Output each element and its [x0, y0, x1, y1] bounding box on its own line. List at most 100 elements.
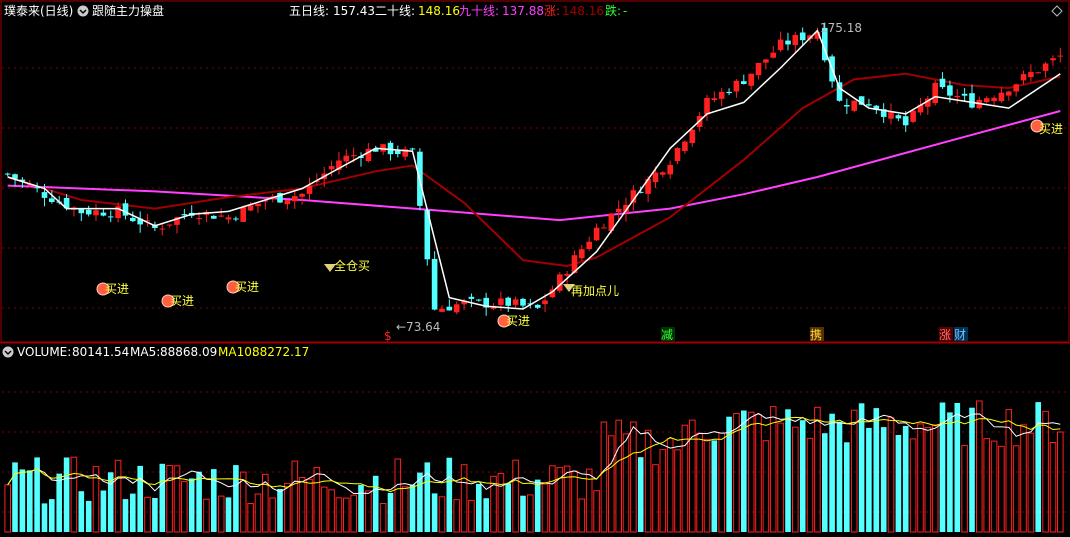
candle-body	[704, 97, 710, 115]
candle-body	[395, 150, 401, 154]
volume-bar	[799, 420, 806, 532]
volume-bar	[866, 427, 872, 532]
candle-body	[1057, 55, 1064, 57]
candle-body	[476, 299, 482, 301]
volume-bar	[969, 407, 975, 532]
signal-label: 再加点儿	[571, 284, 619, 298]
candle-body	[196, 218, 202, 220]
candle-body	[380, 144, 386, 152]
candle-body	[755, 63, 762, 76]
volume-bar	[873, 408, 880, 532]
volume-bar	[409, 484, 416, 532]
candle-body	[1006, 91, 1012, 96]
volume-bar	[417, 472, 423, 532]
low-marker: ←73.64	[396, 320, 440, 334]
candle-body	[763, 59, 769, 63]
candle-body	[998, 92, 1005, 102]
event-tag[interactable]: 财	[954, 328, 966, 342]
event-tag[interactable]: $	[384, 329, 392, 343]
candle-body	[770, 52, 776, 58]
candle-body	[586, 241, 592, 249]
candle-body	[453, 304, 460, 313]
volume-bar	[233, 465, 239, 532]
volume-ma5-value: 88868.09	[160, 345, 217, 359]
candle-body	[284, 200, 291, 205]
volume-bar	[225, 497, 232, 532]
candle-body	[799, 32, 806, 41]
volume-bar	[49, 499, 55, 532]
volume-bar	[505, 483, 511, 532]
ma5-label: 五日线:	[289, 4, 329, 18]
candle-body	[534, 304, 541, 308]
candle-body	[932, 82, 938, 103]
volume-bar	[277, 489, 283, 532]
volume-bar	[895, 435, 902, 532]
volume-bar	[1035, 402, 1041, 532]
stock-name[interactable]: 璞泰来(日线)	[4, 4, 73, 18]
volume-bar	[137, 465, 143, 532]
volume-dropdown-icon[interactable]	[2, 346, 14, 358]
candle-body	[623, 204, 629, 213]
candle-body	[939, 78, 946, 88]
candle-body	[726, 91, 732, 94]
volume-bar	[829, 413, 835, 532]
indicator-dropdown-icon[interactable]	[77, 5, 89, 17]
candle-body	[1050, 58, 1056, 61]
volume-bar	[858, 403, 865, 532]
candle-body	[512, 299, 519, 305]
volume-bar	[188, 478, 195, 532]
volume-bar	[822, 433, 828, 532]
candle-body	[579, 249, 585, 259]
candle-body	[689, 129, 696, 144]
candle-body	[431, 258, 438, 310]
indicator-name[interactable]: 跟随主力操盘	[92, 3, 164, 18]
candle-body	[792, 35, 799, 46]
candle-body	[741, 81, 747, 84]
signal-label: 买进	[235, 280, 259, 294]
candle-body	[520, 298, 526, 306]
ma20-label: 二十线:	[375, 4, 415, 18]
volume-bar	[387, 492, 394, 532]
volume-bar	[152, 498, 158, 532]
candle-body	[711, 98, 718, 100]
stock-chart[interactable]: 璞泰来(日线) 跟随主力操盘 五日线: 157.43 二十线: 148.16 九…	[0, 0, 1070, 537]
candle-body	[593, 227, 600, 241]
event-tag[interactable]: 减	[661, 328, 673, 342]
candle-body	[350, 155, 357, 157]
high-marker: 175.18	[820, 21, 862, 35]
candle-body	[41, 192, 48, 198]
candle-body	[211, 215, 217, 219]
candle-body	[233, 218, 239, 220]
volume-bar	[27, 470, 33, 532]
candle-body	[159, 228, 166, 230]
candle-body	[343, 155, 350, 162]
event-tag[interactable]: 涨	[939, 327, 951, 342]
candle-body	[652, 172, 659, 183]
candle-body	[983, 98, 990, 102]
volume-bar	[785, 409, 791, 532]
volume-bar	[196, 471, 202, 532]
event-tag[interactable]: 携	[810, 327, 822, 342]
candle-body	[498, 298, 504, 305]
volume-bar	[85, 500, 92, 532]
volume-header: VOLUME: 80141.54 MA5: 88868.09 MA10: 882…	[2, 345, 309, 359]
candle-body	[674, 148, 681, 162]
candle-body	[78, 208, 85, 214]
candle-body	[505, 297, 511, 306]
ma90-value: 137.88	[502, 4, 544, 18]
candle-body	[667, 164, 673, 175]
volume-value: 80141.54	[72, 345, 129, 359]
volume-bar	[159, 463, 166, 532]
candle-body	[851, 100, 857, 111]
volume-ma5-label: MA5:	[130, 345, 160, 359]
candle-body	[1042, 63, 1049, 71]
volume-bar	[78, 491, 85, 532]
volume-bar	[56, 473, 62, 532]
down-label: 跌:	[605, 3, 621, 18]
candle-body	[439, 308, 445, 312]
ma90-label: 九十线:	[459, 4, 499, 18]
candle-body	[468, 296, 475, 299]
signal-label: 买进	[170, 294, 194, 308]
candle-body	[409, 148, 416, 150]
candle-body	[49, 198, 55, 202]
